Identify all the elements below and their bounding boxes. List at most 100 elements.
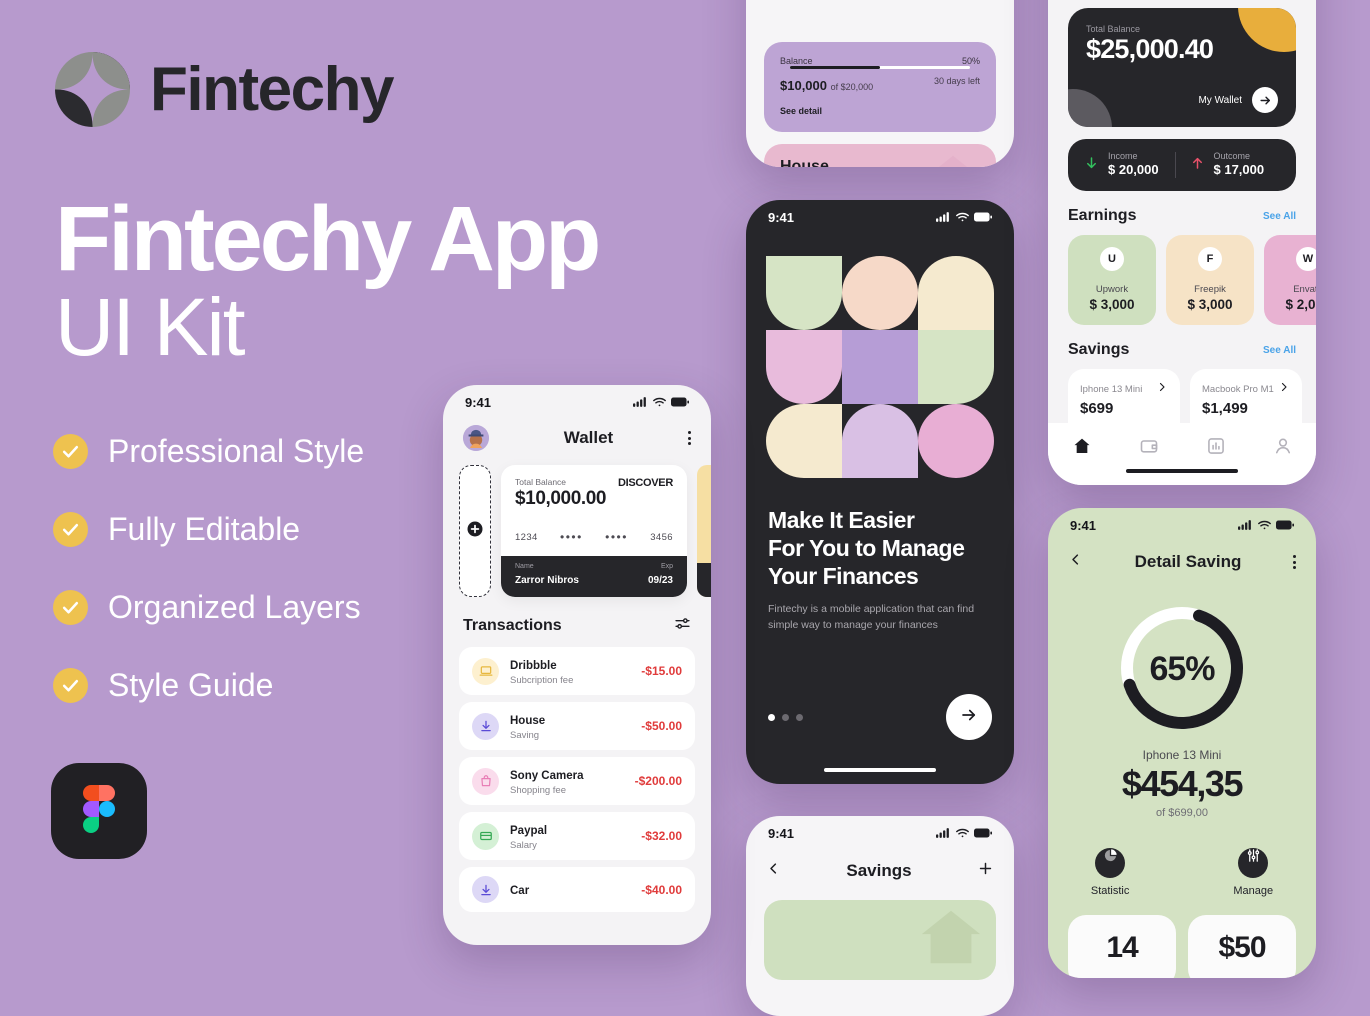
transaction-row[interactable]: Sony Camera Shopping fee -$200.00 [459, 757, 695, 805]
plus-icon[interactable] [977, 860, 994, 882]
savings-days-left: 30 days left [933, 76, 980, 86]
card-name-label: Name [515, 563, 534, 570]
action-label: Manage [1233, 885, 1274, 897]
bottom-tab-bar[interactable] [1048, 423, 1316, 485]
home-indicator [1126, 469, 1238, 473]
earnings-avatar: F [1198, 247, 1222, 271]
transaction-name: Paypal [510, 825, 548, 837]
pagination-dot[interactable] [782, 713, 789, 721]
savings-progress-bar [790, 66, 970, 69]
brand-name: Fintechy [150, 55, 394, 124]
status-time: 9:41 [768, 825, 795, 841]
phone-detail-saving: 9:41 Detail Saving 65% Iphone 13 Mini $4… [1048, 508, 1316, 978]
wallet-icon[interactable] [1139, 436, 1159, 461]
arrow-down-icon [1084, 154, 1099, 177]
statistic-action[interactable]: Statistic [1090, 841, 1130, 897]
next-card-peek[interactable] [697, 465, 711, 597]
transaction-amount: -$50.00 [641, 719, 682, 733]
manage-action[interactable]: Manage [1233, 841, 1273, 897]
earnings-value: $ 3,000 [1187, 297, 1233, 312]
stat-value: $50 [1218, 931, 1266, 964]
download-icon [472, 876, 499, 903]
onboarding-title-line: For You to Manage [768, 535, 965, 562]
kebab-menu-icon[interactable] [688, 431, 691, 445]
earnings-value: $ 2,000 [1285, 297, 1316, 312]
earnings-card[interactable]: F Freepik $ 3,000 [1166, 235, 1254, 325]
pagination-dots[interactable] [768, 713, 803, 721]
phone-dashboard: Total Balance $25,000.40 My Wallet Incom… [1048, 0, 1316, 485]
chevron-right-icon[interactable] [1156, 380, 1168, 398]
transaction-row[interactable]: Paypal Salary -$32.00 [459, 812, 695, 860]
outcome-label: Outcome [1213, 151, 1251, 161]
check-circle-icon [53, 433, 88, 469]
feature-label: Organized Layers [108, 588, 361, 625]
onboarding-title-line: Your Finances [768, 563, 919, 590]
my-wallet-link[interactable]: My Wallet [1198, 95, 1242, 106]
pagination-dot-active[interactable] [768, 713, 775, 721]
savings-card-preview[interactable] [764, 900, 996, 980]
transaction-name: Car [510, 884, 530, 897]
feature-label: Professional Style [108, 432, 365, 469]
chevron-left-icon[interactable] [766, 861, 781, 881]
phone-savings-list-top: Balance 50% $10,000 of $20,000 30 days l… [746, 0, 1014, 167]
chevron-right-icon[interactable] [1278, 380, 1290, 398]
status-time: 9:41 [1070, 517, 1097, 533]
chevron-left-icon[interactable] [1068, 552, 1083, 572]
poster-canvas: Fintechy Fintechy App UI Kit Professiona… [0, 0, 1370, 1016]
see-detail-link[interactable]: See detail [780, 106, 980, 116]
transaction-row[interactable]: Car -$40.00 [459, 867, 695, 912]
user-avatar[interactable] [463, 425, 489, 451]
next-button[interactable] [946, 694, 992, 740]
savings-see-all-link[interactable]: See All [1263, 345, 1296, 356]
status-time: 9:41 [465, 394, 492, 410]
battery-icon [974, 210, 992, 225]
grid-cell [842, 404, 918, 478]
kebab-menu-icon[interactable] [1292, 555, 1296, 569]
earnings-name: Envato [1293, 284, 1316, 295]
status-bar: 9:41 [443, 385, 711, 419]
savings-card-house[interactable]: House Balance 50% [764, 144, 996, 167]
total-balance-card[interactable]: Total Balance $25,000.40 My Wallet [1068, 8, 1296, 127]
earnings-card[interactable]: U Upwork $ 3,000 [1068, 235, 1156, 325]
earnings-avatar: U [1100, 247, 1124, 271]
savings-balance-label: Balance [780, 56, 813, 66]
hero-line-1: Fintechy App [55, 188, 601, 290]
chart-icon[interactable] [1206, 436, 1226, 461]
brand-logo: Fintechy [55, 52, 394, 127]
sliders-icon[interactable] [674, 615, 691, 637]
stat-card[interactable]: 14 [1068, 915, 1176, 978]
transaction-amount: -$15.00 [641, 664, 682, 678]
earnings-card[interactable]: W Envato $ 2,000 [1264, 235, 1316, 325]
arrow-up-icon [1190, 154, 1205, 177]
stat-card[interactable]: $50 [1188, 915, 1296, 978]
download-icon [472, 712, 499, 740]
transactions-title: Transactions [463, 617, 562, 634]
card-balance-value: $10,000.00 [515, 488, 607, 509]
credit-card[interactable]: Total Balance $10,000.00 DISCOVER 1234 •… [501, 465, 687, 597]
phone-wallet: 9:41 Wallet Total Balance $10,000.00 DIS… [443, 385, 711, 945]
pagination-dot[interactable] [796, 713, 803, 721]
cards-carousel[interactable]: Total Balance $10,000.00 DISCOVER 1234 •… [443, 465, 711, 597]
earnings-see-all-link[interactable]: See All [1263, 211, 1296, 222]
transaction-row[interactable]: Dribbble Subcription fee -$15.00 [459, 647, 695, 695]
transaction-row[interactable]: House Saving -$50.00 [459, 702, 695, 750]
arrow-right-icon[interactable] [1252, 87, 1278, 113]
card-number-group: •••• [560, 530, 583, 544]
grid-cell [918, 404, 994, 478]
action-label: Statistic [1090, 885, 1130, 897]
income-block: Income $ 20,000 [1084, 151, 1175, 179]
earnings-name: Freepik [1194, 284, 1226, 295]
add-card-button[interactable] [459, 465, 491, 597]
earnings-value: $ 3,000 [1089, 297, 1135, 312]
home-icon[interactable] [1072, 436, 1092, 461]
savings-card-purple[interactable]: Balance 50% $10,000 of $20,000 30 days l… [764, 42, 996, 132]
card-exp-value: 09/23 [647, 575, 673, 586]
transaction-name: Sony Camera [510, 770, 584, 782]
earnings-carousel[interactable]: U Upwork $ 3,000 F Freepik $ 3,000 W Env… [1048, 235, 1316, 325]
home-indicator [824, 768, 936, 772]
arrow-right-icon [960, 706, 978, 729]
hero-line-2: UI Kit [55, 282, 245, 374]
card-number: 1234 •••• •••• 3456 [501, 520, 687, 556]
earnings-avatar: W [1296, 247, 1316, 271]
profile-icon[interactable] [1273, 436, 1293, 461]
